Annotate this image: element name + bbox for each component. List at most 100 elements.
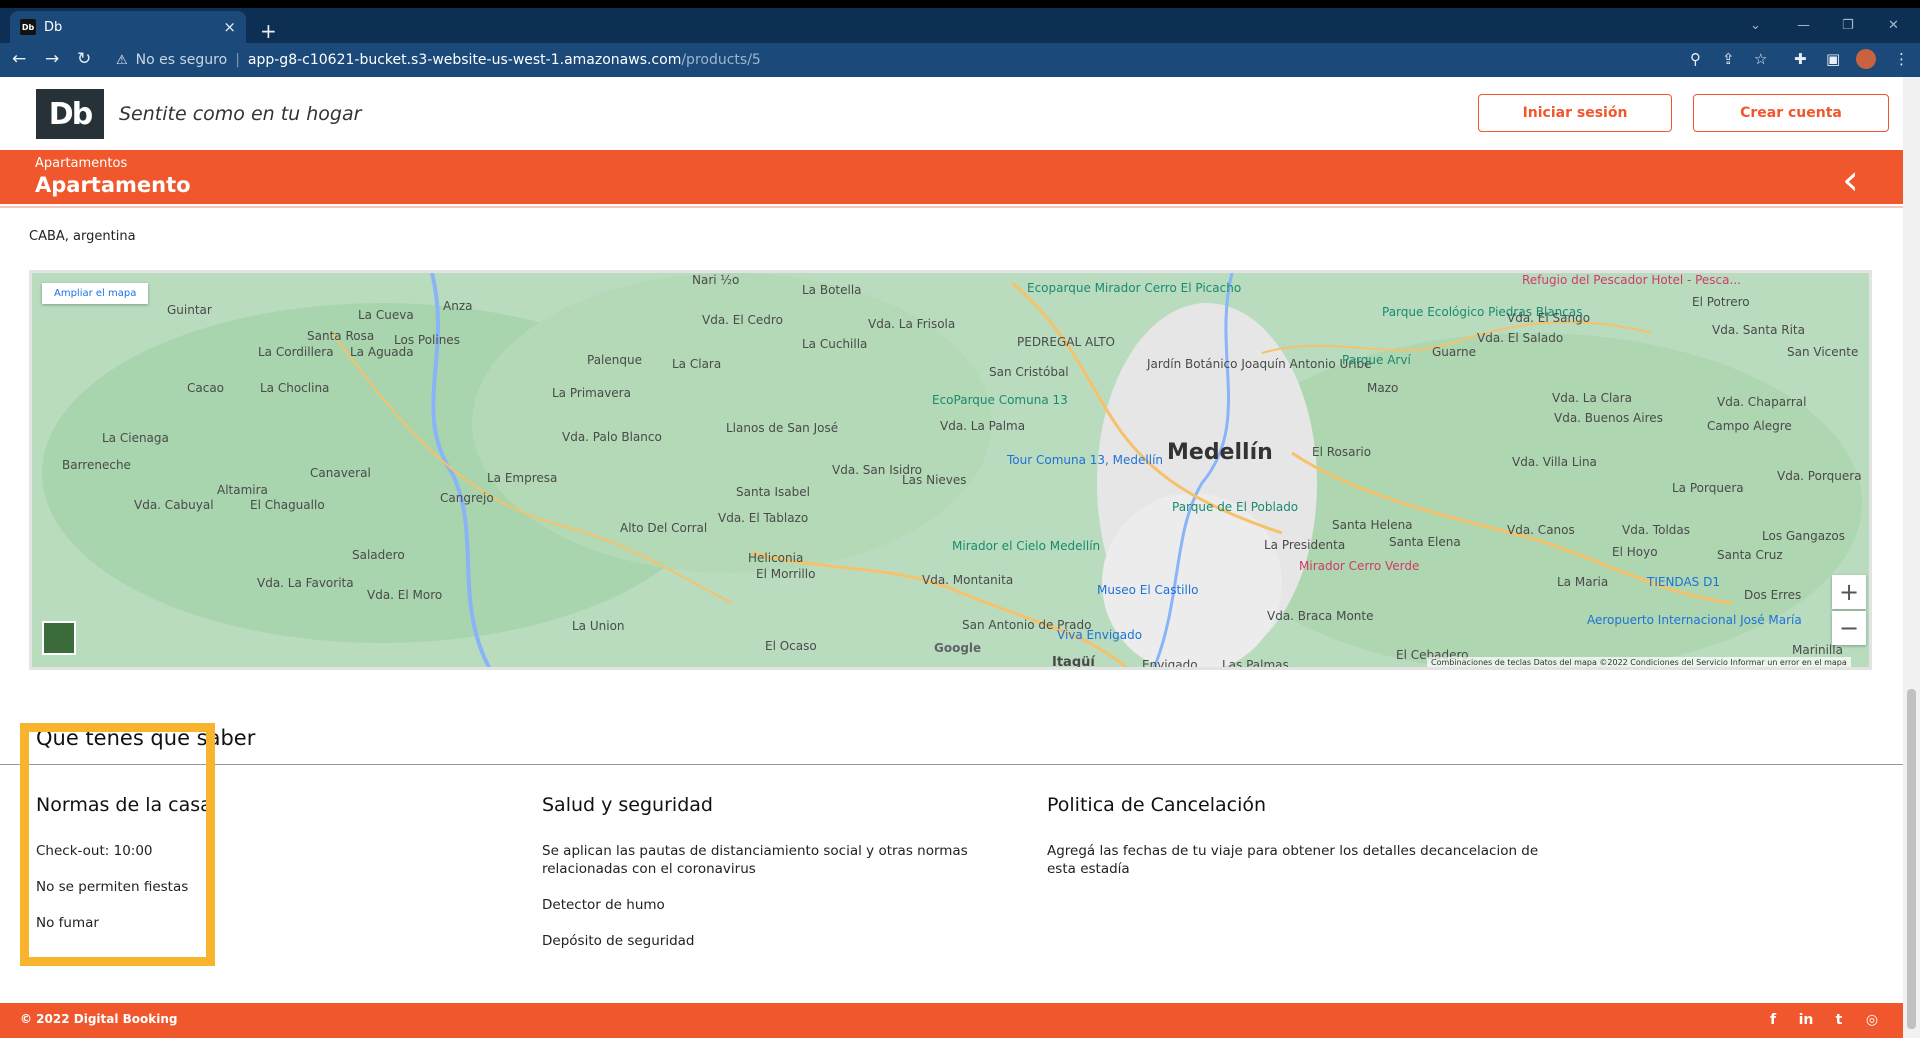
map-label: Vda. El Tablazo — [718, 511, 809, 525]
map-label: La Cienaga — [102, 431, 169, 445]
new-tab-button[interactable]: + — [260, 19, 277, 43]
map-label: Saladero — [352, 548, 405, 562]
extensions-icon[interactable]: ✚ — [1794, 50, 1807, 68]
reload-icon[interactable]: ↻ — [77, 49, 91, 69]
cancellation-title: Politica de Cancelación — [1047, 794, 1267, 816]
url-field[interactable]: ⚠ No es seguro | app-g8-c10621-bucket.s3… — [106, 46, 1686, 74]
location-map[interactable]: Ampliar el mapa Guintar La Cueva Anza Sa… — [29, 270, 1872, 670]
map-label: Los Gangazos — [1762, 529, 1846, 543]
product-location: CABA, argentina — [29, 229, 136, 244]
map-label: Santa Helena — [1332, 518, 1413, 532]
map-label: PEDREGAL ALTO — [1017, 335, 1116, 349]
map-label: La Primavera — [552, 386, 631, 400]
map-label: Dos Erres — [1744, 588, 1802, 602]
bookmark-star-icon[interactable]: ☆ — [1754, 50, 1767, 68]
zoom-icon[interactable]: ⚲ — [1690, 50, 1701, 68]
security-label[interactable]: No es seguro — [136, 52, 228, 68]
map-label: Vda. Palo Blanco — [562, 430, 662, 444]
twitter-icon[interactable]: t — [1829, 1010, 1849, 1030]
signup-button[interactable]: Crear cuenta — [1693, 94, 1889, 132]
map-label: La Clara — [672, 357, 722, 371]
map-label: Vda. El Salado — [1477, 331, 1564, 345]
map-poi-label: EcoParque Comuna 13 — [932, 393, 1068, 407]
map-label: La Union — [572, 619, 625, 633]
login-button[interactable]: Iniciar sesión — [1478, 94, 1672, 132]
menu-icon[interactable]: ⋮ — [1894, 50, 1909, 68]
map-label: El Rosario — [1312, 445, 1372, 459]
map-label: Vda. Porquera — [1777, 469, 1862, 483]
map-label: Vda. La Frisola — [868, 317, 956, 331]
map-attribution[interactable]: Combinaciones de teclas Datos del mapa ©… — [1427, 657, 1851, 667]
map-poi-label: Mirador Cerro Verde — [1299, 559, 1420, 573]
close-tab-icon[interactable]: × — [223, 18, 236, 36]
map-label: Santa Cruz — [1717, 548, 1783, 562]
map-poi-label: Refugio del Pescador Hotel - Pesca... — [1522, 273, 1741, 287]
share-icon[interactable]: ⇪ — [1722, 50, 1735, 68]
map-label: Vda. Santa Rita — [1712, 323, 1805, 337]
back-chevron-icon[interactable]: ‹ — [1842, 155, 1859, 204]
linkedin-icon[interactable]: in — [1796, 1010, 1816, 1030]
map-type-toggle[interactable] — [42, 621, 76, 655]
map-label: La Cordillera — [258, 345, 334, 359]
browser-tab[interactable]: Db Db × — [10, 11, 246, 43]
site-logo[interactable]: Db — [36, 89, 104, 139]
profile-avatar[interactable] — [1856, 49, 1876, 69]
map-poi-label: Parque de El Poblado — [1172, 500, 1299, 514]
minimize-icon[interactable]: — — [1797, 18, 1810, 33]
scrollbar-thumb[interactable] — [1907, 689, 1916, 1029]
map-label: Vda. Montanita — [922, 573, 1014, 587]
map-label: La Maria — [1557, 575, 1609, 589]
side-panel-icon[interactable]: ▣ — [1826, 50, 1840, 68]
window-top-border — [0, 0, 1920, 8]
copyright: © 2022 Digital Booking — [20, 1012, 178, 1026]
warning-icon[interactable]: ⚠ — [116, 53, 128, 68]
map-label: Santa Rosa — [307, 329, 375, 343]
page-scrollbar[interactable] — [1903, 77, 1920, 1038]
map-label: La Aguada — [350, 345, 414, 359]
enlarge-map-button[interactable]: Ampliar el mapa — [42, 283, 149, 304]
map-label: Vda. Buenos Aires — [1554, 411, 1663, 425]
restore-icon[interactable]: ❐ — [1842, 18, 1854, 33]
map-label: Marinilla — [1792, 643, 1843, 657]
map-poi-label: Museo El Castillo — [1097, 583, 1199, 597]
map-label: La Porquera — [1672, 481, 1744, 495]
map-label: Alto Del Corral — [620, 521, 708, 535]
map-label: Las Nieves — [902, 473, 967, 487]
tab-strip: Db Db × + ⌄ — ❐ ✕ — [0, 8, 1920, 43]
site-tagline: Sentite como en tu hogar — [119, 103, 362, 125]
map-label: Guarne — [1432, 345, 1476, 359]
map-poi-label: Parque Arví — [1342, 353, 1411, 367]
map-label: La Botella — [802, 283, 862, 297]
map-label: El Ocaso — [765, 639, 817, 653]
map-label: Vda. Chaparral — [1717, 395, 1807, 409]
map-poi-label: Viva Envigado — [1057, 628, 1143, 642]
back-arrow-icon[interactable]: ← — [12, 49, 26, 69]
map-label: La Empresa — [487, 471, 558, 485]
product-category: Apartamentos — [35, 156, 128, 171]
map-label: Cacao — [187, 381, 225, 395]
cancellation-column: Politica de Cancelación Agregá las fecha… — [1047, 794, 1547, 896]
map-label: La Choclina — [260, 381, 330, 395]
map-label: Campo Alegre — [1707, 419, 1792, 433]
map-label: La Presidenta — [1264, 538, 1346, 552]
map-label: El Chaguallo — [250, 498, 325, 512]
map-label: Vda. Cabuyal — [134, 498, 214, 512]
forward-arrow-icon[interactable]: → — [45, 49, 59, 69]
zoom-in-button[interactable]: + — [1832, 575, 1866, 609]
url-host: app-g8-c10621-bucket.s3-website-us-west-… — [247, 52, 682, 68]
facebook-icon[interactable]: f — [1763, 1010, 1783, 1030]
section-divider — [0, 764, 1903, 765]
map-poi-label: Ecoparque Mirador Cerro El Picacho — [1027, 281, 1242, 295]
map-label: Nari ½o — [692, 273, 740, 287]
health-item: Se aplican las pautas de distanciamiento… — [542, 843, 968, 877]
zoom-out-button[interactable]: − — [1832, 611, 1866, 645]
window-close-icon[interactable]: ✕ — [1888, 18, 1899, 33]
url-separator: | — [235, 52, 240, 68]
tab-search-icon[interactable]: ⌄ — [1750, 18, 1761, 33]
map-label: Vda. Canos — [1507, 523, 1575, 537]
instagram-icon[interactable]: ◎ — [1862, 1010, 1882, 1030]
tab-title: Db — [44, 19, 63, 35]
health-item: Depósito de seguridad — [542, 933, 695, 949]
address-bar: ← → ↻ ⚠ No es seguro | app-g8-c10621-buc… — [0, 43, 1920, 77]
map-label: Envigado — [1142, 658, 1198, 670]
